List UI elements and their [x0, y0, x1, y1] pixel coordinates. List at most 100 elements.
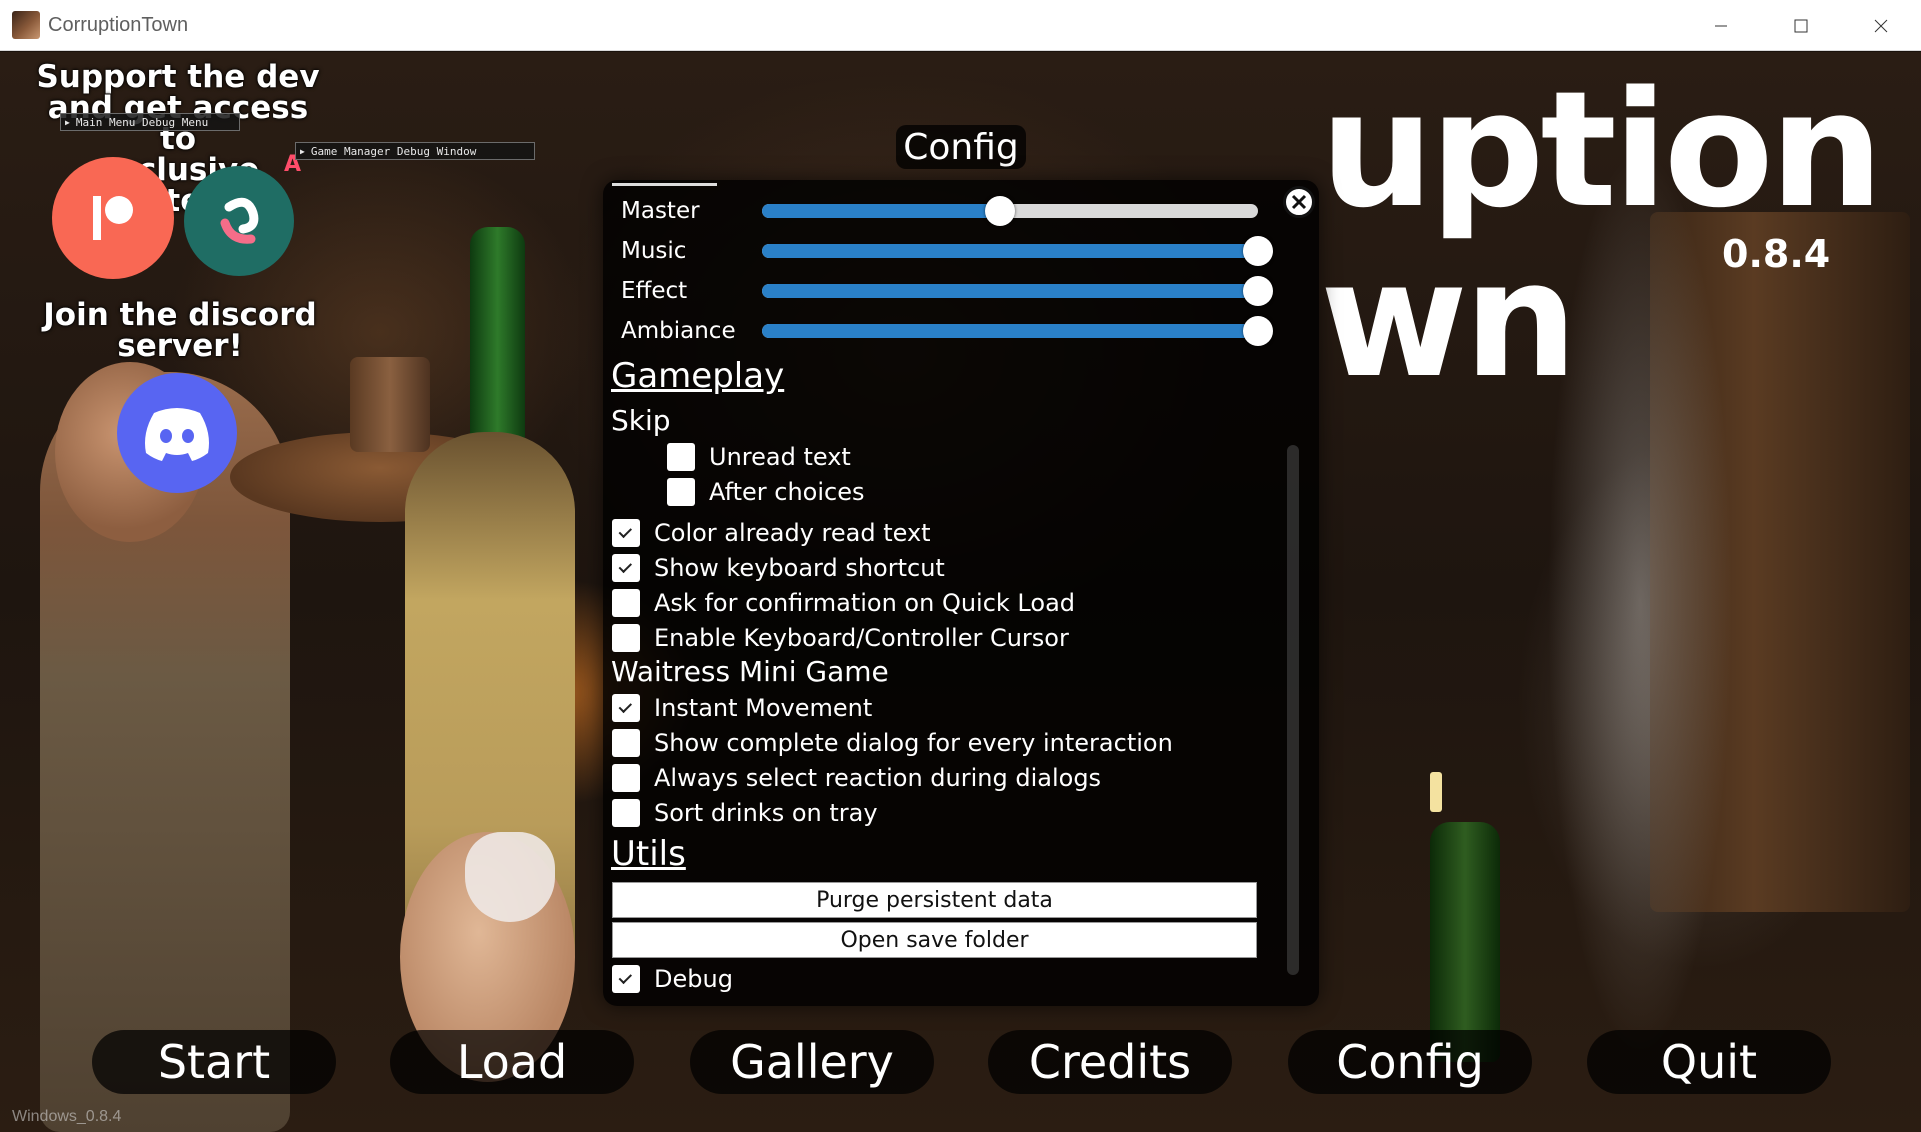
controller-cursor-label: Enable Keyboard/Controller Cursor: [654, 624, 1069, 652]
checkmark-icon: [618, 559, 633, 573]
close-config-button[interactable]: [1283, 186, 1315, 218]
checkbox[interactable]: [612, 554, 640, 582]
slider-fill: [762, 284, 1258, 298]
music-volume-slider[interactable]: [762, 236, 1273, 266]
config-title: Config: [896, 125, 1026, 169]
window-controls: [1681, 0, 1921, 51]
window-title: CorruptionTown: [48, 13, 189, 36]
effect-volume-row: Effect: [621, 271, 1273, 311]
panel-tab-indicator: [612, 183, 717, 186]
window-titlebar: CorruptionTown: [0, 0, 1921, 51]
purge-data-button[interactable]: Purge persistent data: [612, 882, 1257, 918]
slider-fill: [762, 204, 1001, 218]
effect-volume-slider[interactable]: [762, 276, 1273, 306]
main-menu-debug-window[interactable]: ▶ Main Menu Debug Menu: [60, 113, 240, 131]
checkbox[interactable]: [612, 519, 640, 547]
checkbox[interactable]: [612, 965, 640, 993]
checkbox[interactable]: [667, 443, 695, 471]
complete-dialog-label: Show complete dialog for every interacti…: [654, 729, 1173, 757]
config-button[interactable]: Config: [1288, 1030, 1532, 1094]
ambiance-volume-label: Ambiance: [621, 318, 736, 344]
background-candle: [1430, 772, 1442, 812]
credits-button[interactable]: Credits: [988, 1030, 1232, 1094]
controller-cursor-option[interactable]: Enable Keyboard/Controller Cursor: [612, 622, 1069, 654]
checkmark-icon: [618, 970, 633, 984]
checkbox[interactable]: [667, 478, 695, 506]
master-volume-slider[interactable]: [762, 196, 1258, 226]
sort-drinks-option[interactable]: Sort drinks on tray: [612, 797, 878, 829]
checkbox[interactable]: [612, 764, 640, 792]
discord-text: Join the discord server!: [35, 300, 325, 362]
debug-option[interactable]: Debug: [612, 963, 733, 995]
discord-line-1: Join the discord: [43, 297, 317, 333]
skip-after-choices-option[interactable]: After choices: [667, 476, 864, 508]
game-version: 0.8.4: [1722, 232, 1831, 276]
maximize-button[interactable]: [1761, 0, 1841, 51]
skip-unread-text-option[interactable]: Unread text: [667, 441, 851, 473]
music-volume-label: Music: [621, 238, 687, 264]
checkbox[interactable]: [612, 694, 640, 722]
close-window-button[interactable]: [1841, 0, 1921, 51]
music-volume-row: Music: [621, 231, 1273, 271]
subscribestar-button[interactable]: [184, 166, 294, 276]
background-mug: [350, 357, 430, 452]
discord-icon: [145, 408, 209, 461]
minimize-button[interactable]: [1681, 0, 1761, 51]
color-read-text-option[interactable]: Color already read text: [612, 517, 931, 549]
confirm-quick-load-label: Ask for confirmation on Quick Load: [654, 589, 1076, 617]
close-icon: [1291, 194, 1307, 210]
build-version-label: Windows_0.8.4: [12, 1108, 122, 1125]
main-menu-debug-title: Main Menu Debug Menu: [75, 115, 209, 129]
select-reaction-option[interactable]: Always select reaction during dialogs: [612, 762, 1101, 794]
checkbox[interactable]: [612, 729, 640, 757]
start-button[interactable]: Start: [92, 1030, 336, 1094]
game-manager-debug-window[interactable]: ▶ Game Manager Debug Window: [295, 142, 535, 160]
ambiance-volume-slider[interactable]: [762, 316, 1273, 346]
gallery-button[interactable]: Gallery: [690, 1030, 934, 1094]
slider-knob[interactable]: [1243, 236, 1273, 266]
checkbox[interactable]: [612, 799, 640, 827]
expand-arrow-icon: ▶: [300, 146, 305, 156]
select-reaction-label: Always select reaction during dialogs: [654, 764, 1102, 792]
maximize-icon: [1794, 19, 1808, 32]
expand-arrow-icon: ▶: [65, 117, 70, 127]
complete-dialog-option[interactable]: Show complete dialog for every interacti…: [612, 727, 1173, 759]
checkbox[interactable]: [612, 589, 640, 617]
skip-after-choices-label: After choices: [709, 478, 865, 506]
patreon-icon: [93, 196, 133, 240]
app-icon: [12, 11, 40, 39]
slider-fill: [762, 324, 1258, 338]
patreon-button[interactable]: [52, 157, 174, 279]
ambiance-volume-row: Ambiance: [621, 311, 1273, 351]
instant-movement-label: Instant Movement: [654, 694, 873, 722]
checkmark-icon: [618, 524, 633, 538]
quit-button[interactable]: Quit: [1587, 1030, 1831, 1094]
slider-knob[interactable]: [985, 196, 1016, 226]
master-volume-label: Master: [621, 198, 700, 224]
checkbox[interactable]: [612, 624, 640, 652]
sort-drinks-label: Sort drinks on tray: [654, 799, 878, 827]
show-keyboard-shortcut-label: Show keyboard shortcut: [654, 554, 945, 582]
show-keyboard-shortcut-option[interactable]: Show keyboard shortcut: [612, 552, 945, 584]
support-line-1: Support the dev: [36, 59, 320, 95]
waitress-heading: Waitress Mini Game: [611, 655, 889, 688]
slider-knob[interactable]: [1243, 316, 1273, 346]
background-bottle-right: [1430, 822, 1500, 1062]
gameplay-heading: Gameplay: [611, 356, 785, 396]
color-read-text-label: Color already read text: [654, 519, 931, 547]
discord-line-2: server!: [117, 328, 243, 364]
confirm-quick-load-option[interactable]: Ask for confirmation on Quick Load: [612, 587, 1075, 619]
open-save-folder-button[interactable]: Open save folder: [612, 922, 1257, 958]
instant-movement-option[interactable]: Instant Movement: [612, 692, 872, 724]
discord-button[interactable]: [117, 373, 237, 493]
config-scrollbar[interactable]: [1287, 445, 1299, 975]
background-underwear: [465, 832, 555, 922]
skip-unread-text-label: Unread text: [709, 443, 851, 471]
effect-volume-label: Effect: [621, 278, 688, 304]
load-button[interactable]: Load: [390, 1030, 634, 1094]
game-manager-debug-title: Game Manager Debug Window: [310, 144, 477, 158]
close-icon: [1874, 19, 1888, 32]
slider-fill: [762, 244, 1258, 258]
master-volume-row: Master: [621, 191, 1261, 231]
slider-knob[interactable]: [1243, 276, 1273, 306]
